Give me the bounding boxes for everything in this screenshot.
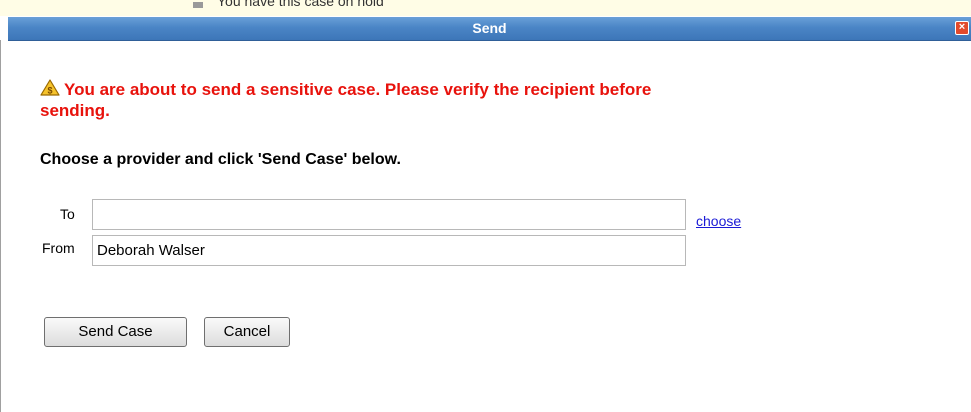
- background-notice-text: You have this case on hold: [217, 0, 384, 9]
- to-label: To: [60, 206, 75, 222]
- hold-icon: [193, 2, 203, 8]
- background-panel-edge: [0, 40, 1, 412]
- background-notice: You have this case on hold: [193, 0, 384, 12]
- send-dialog: Send × $ You are about to send a sensiti…: [8, 17, 971, 412]
- to-field[interactable]: [92, 199, 686, 230]
- from-field[interactable]: [92, 235, 686, 266]
- warning-text: You are about to send a sensitive case. …: [40, 80, 652, 120]
- send-case-button[interactable]: Send Case: [44, 317, 187, 347]
- dialog-titlebar[interactable]: Send ×: [8, 17, 971, 41]
- sensitive-warning: $ You are about to send a sensitive case…: [40, 79, 700, 121]
- choose-link[interactable]: choose: [696, 213, 741, 229]
- svg-text:$: $: [47, 85, 52, 95]
- background-notice-bar: [0, 0, 971, 16]
- from-label: From: [42, 240, 75, 256]
- instruction-text: Choose a provider and click 'Send Case' …: [40, 151, 401, 168]
- close-icon: ×: [958, 21, 966, 33]
- close-button[interactable]: ×: [955, 21, 969, 35]
- page: You have this case on hold Send × $ You …: [0, 0, 971, 412]
- cancel-button[interactable]: Cancel: [204, 317, 290, 347]
- warning-triangle-icon: $: [40, 79, 60, 96]
- dialog-title: Send: [472, 20, 507, 36]
